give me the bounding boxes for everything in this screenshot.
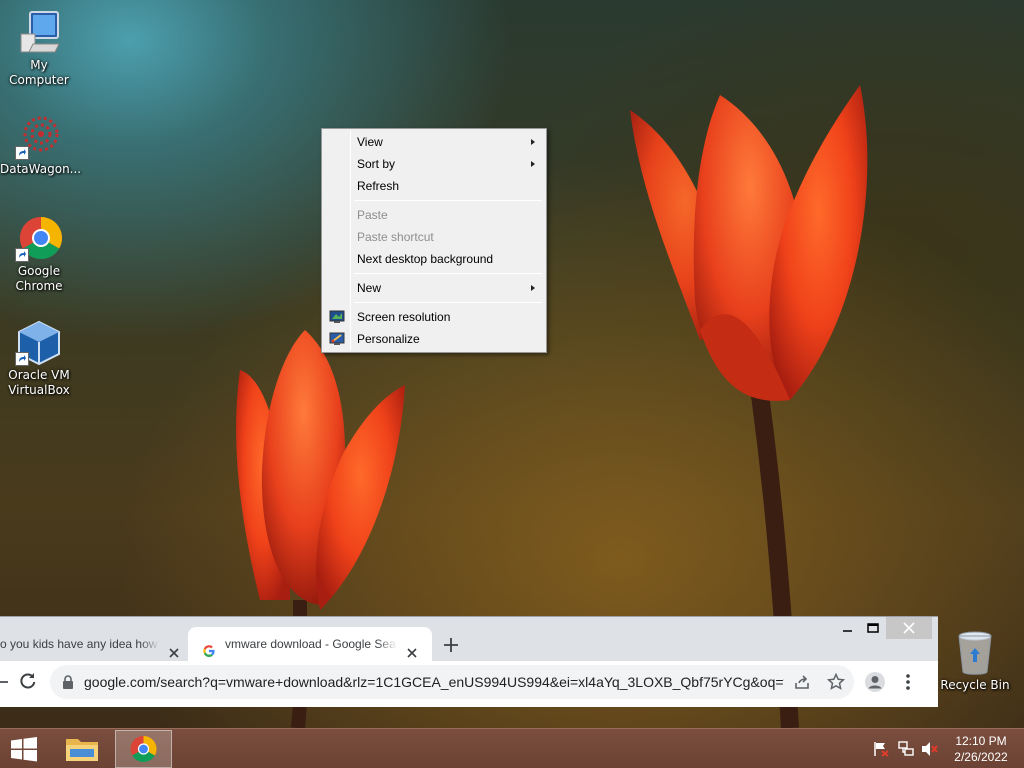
menu-item-label: View <box>357 135 383 149</box>
browser-tab-inactive[interactable]: o you kids have any idea how t <box>0 627 188 661</box>
desktop-icon-label: Recycle Bin <box>940 678 1010 692</box>
desktop-icon-recycle-bin[interactable]: Recycle Bin <box>936 630 1014 693</box>
menu-item-sort-by[interactable]: Sort by <box>324 153 544 175</box>
menu-item-refresh[interactable]: Refresh <box>324 175 544 197</box>
desktop-icon-label: Oracle VM VirtualBox <box>8 368 70 397</box>
kebab-menu-icon[interactable] <box>900 673 916 691</box>
recycle-bin-icon <box>951 630 999 676</box>
desktop-icon-label: DataWagon... <box>0 162 82 176</box>
shortcut-arrow-icon <box>15 352 29 366</box>
chrome-browser-window: o you kids have any idea how t vmware do… <box>0 616 938 707</box>
screen-resolution-icon <box>329 309 345 325</box>
taskbar-clock[interactable]: 12:10 PM 2/26/2022 <box>946 733 1016 765</box>
menu-item-screen-resolution[interactable]: Screen resolution <box>324 306 544 328</box>
maximize-window-icon[interactable] <box>862 617 884 639</box>
minimize-window-icon[interactable] <box>838 617 858 639</box>
menu-item-paste[interactable]: Paste <box>324 204 544 226</box>
lock-icon[interactable] <box>62 675 74 689</box>
desktop-icon-label: My Computer <box>9 58 69 87</box>
reload-icon[interactable] <box>18 671 38 691</box>
address-bar[interactable]: google.com/search?q=vmware+download&rlz=… <box>50 665 854 699</box>
desktop-icon-oracle-vm-virtualbox[interactable]: Oracle VM VirtualBox <box>0 320 78 398</box>
menu-item-label: New <box>357 281 382 295</box>
share-icon[interactable] <box>794 674 810 690</box>
menu-item-personalize[interactable]: Personalize <box>324 328 544 350</box>
volume-muted-icon[interactable] <box>921 741 939 757</box>
back-arrow-icon[interactable] <box>0 673 8 691</box>
menu-item-label: Paste shortcut <box>357 230 434 244</box>
menu-item-label: Screen resolution <box>357 310 451 324</box>
menu-separator <box>354 273 542 274</box>
menu-item-label: Sort by <box>357 157 396 171</box>
new-tab-plus-icon[interactable] <box>441 635 461 655</box>
menu-item-new[interactable]: New <box>324 277 544 299</box>
windows-start-icon[interactable] <box>0 729 48 768</box>
menu-item-view[interactable]: View <box>324 131 544 153</box>
bookmark-star-icon[interactable] <box>826 672 846 691</box>
clock-time: 12:10 PM <box>955 734 1007 748</box>
file-explorer-icon[interactable] <box>58 729 106 768</box>
desktop-icon-google-chrome[interactable]: Google Chrome <box>0 216 78 294</box>
submenu-arrow-icon <box>531 161 535 167</box>
shortcut-arrow-icon <box>15 146 29 160</box>
personalize-icon <box>329 331 345 347</box>
virtualbox-icon <box>15 320 63 366</box>
browser-toolbar: google.com/search?q=vmware+download&rlz=… <box>0 661 938 707</box>
menu-item-label: Refresh <box>357 179 400 193</box>
desktop-icon-label: Google Chrome <box>15 264 63 293</box>
browser-tab-active[interactable]: vmware download - Google Sear <box>188 627 432 661</box>
profile-avatar-icon[interactable] <box>864 671 886 693</box>
taskbar: 12:10 PM 2/26/2022 <box>0 728 1024 768</box>
clock-date: 2/26/2022 <box>954 750 1008 764</box>
menu-item-paste-shortcut[interactable]: Paste shortcut <box>324 226 544 248</box>
google-favicon-icon <box>202 637 216 657</box>
url-text[interactable]: google.com/search?q=vmware+download&rlz=… <box>84 665 784 699</box>
tab-title: o you kids have any idea how t <box>0 627 160 661</box>
close-window-icon[interactable] <box>886 617 932 639</box>
tab-strip: o you kids have any idea how t vmware do… <box>0 617 938 661</box>
menu-item-label: Next desktop background <box>357 252 494 266</box>
tab-close-icon[interactable] <box>168 638 180 658</box>
desktop-context-menu: View Sort by Refresh Paste Paste shortcu… <box>321 128 547 353</box>
menu-separator <box>354 200 542 201</box>
tab-close-icon[interactable] <box>406 638 418 658</box>
network-icon[interactable] <box>897 741 915 757</box>
desktop-icon-my-computer[interactable]: My Computer <box>0 10 78 88</box>
desktop-icon-datawagon[interactable]: DataWagon... <box>0 114 82 177</box>
computer-icon <box>15 10 63 56</box>
menu-item-label: Personalize <box>357 332 420 346</box>
datawagon-icon <box>15 114 63 160</box>
menu-item-label: Paste <box>357 208 388 222</box>
tab-title: vmware download - Google Sear <box>225 627 397 661</box>
submenu-arrow-icon <box>531 285 535 291</box>
menu-item-next-desktop-background[interactable]: Next desktop background <box>324 248 544 270</box>
menu-separator <box>354 302 542 303</box>
shortcut-arrow-icon <box>15 248 29 262</box>
taskbar-chrome-icon[interactable] <box>115 730 172 768</box>
action-center-flag-icon[interactable] <box>872 741 890 757</box>
chrome-icon <box>15 216 63 262</box>
submenu-arrow-icon <box>531 139 535 145</box>
